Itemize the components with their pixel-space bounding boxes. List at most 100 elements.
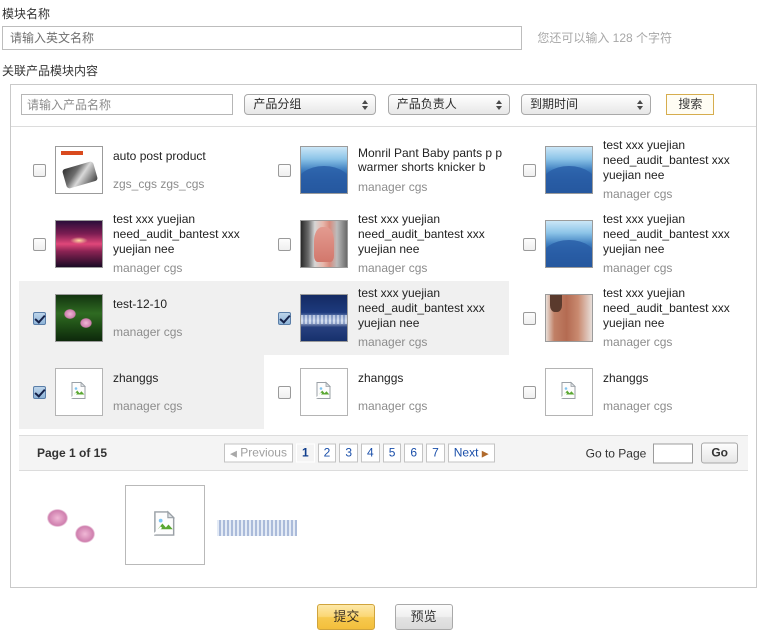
- phone-thumbnail: [56, 147, 102, 193]
- product-title: zhanggs: [113, 370, 159, 385]
- product-checkbox[interactable]: [278, 311, 291, 325]
- product-title: test xxx yuejian need_audit_bantest xxx …: [603, 286, 730, 330]
- selected-thumbnail[interactable]: [217, 485, 297, 565]
- product-checkbox[interactable]: [523, 237, 536, 251]
- product-thumbnail: [55, 368, 103, 416]
- product-thumbnail: [55, 220, 103, 268]
- product-title: test xxx yuejian need_audit_bantest xxx …: [358, 286, 485, 330]
- product-card[interactable]: test xxx yuejian need_audit_bantest xxx …: [264, 207, 509, 281]
- pagination-page[interactable]: 7: [426, 443, 445, 463]
- pagination-previous-label: Previous: [240, 445, 287, 460]
- product-card[interactable]: test xxx yuejian need_audit_bantest xxx …: [264, 281, 509, 355]
- product-owner: manager cgs: [603, 398, 673, 413]
- product-card[interactable]: test xxx yuejian need_audit_bantest xxx …: [509, 207, 754, 281]
- module-name-input[interactable]: [2, 26, 522, 50]
- updown-arrows-icon: [362, 99, 369, 111]
- module-name-row: 您还可以输入 128 个字符: [2, 26, 762, 52]
- product-thumbnail: [545, 294, 593, 342]
- pagination-page[interactable]: 4: [361, 443, 380, 463]
- product-owner-select-value: 产品负责人: [396, 97, 457, 111]
- pagination-page[interactable]: 5: [382, 443, 402, 463]
- product-info: test xxx yuejian need_audit_bantest xxx …: [603, 138, 754, 202]
- module-name-label: 模块名称: [2, 7, 51, 21]
- product-owner: zgs_cgs zgs_cgs: [113, 176, 205, 191]
- product-info: test xxx yuejian need_audit_bantest xxx …: [358, 212, 509, 276]
- product-info: zhanggs manager cgs: [113, 371, 182, 413]
- selected-thumbnails-tray: [11, 471, 756, 565]
- product-card[interactable]: zhanggs manager cgs: [19, 355, 264, 429]
- product-title: test xxx yuejian need_audit_bantest xxx …: [603, 138, 730, 182]
- pagination-page-current[interactable]: 1: [295, 443, 315, 463]
- product-grid-row: test-12-10 manager cgs test xxx yuejian ne…: [19, 281, 756, 355]
- broken-image-icon: [560, 381, 578, 403]
- blue-mountain-thumbnail: [546, 147, 592, 193]
- product-picker-panel: 产品分组 产品负责人 到期时间 搜索 auto post product zgs_…: [10, 84, 757, 588]
- product-name-search-input[interactable]: [21, 94, 233, 115]
- product-thumbnail: [545, 146, 593, 194]
- pagination-next[interactable]: Next ▶: [447, 443, 495, 463]
- product-info: test xxx yuejian need_audit_bantest xxx …: [358, 286, 509, 350]
- preview-button[interactable]: 预览: [394, 604, 453, 630]
- product-checkbox[interactable]: [523, 385, 536, 399]
- product-owner: manager cgs: [603, 187, 673, 202]
- product-info: test-12-10 manager cgs: [113, 297, 182, 339]
- pagination-links: ◀ Previous 1 2 3 4 5 6 7 Next ▶: [224, 443, 498, 463]
- product-thumbnail: [545, 368, 593, 416]
- search-button[interactable]: 搜索: [666, 94, 715, 115]
- selected-thumbnail[interactable]: [33, 485, 113, 565]
- selected-thumbnail[interactable]: [125, 485, 205, 565]
- product-group-select[interactable]: 产品分组: [244, 94, 377, 115]
- product-title: test xxx yuejian need_audit_bantest xxx …: [113, 212, 240, 256]
- caret-right-icon: ▶: [481, 448, 489, 459]
- product-checkbox[interactable]: [33, 385, 46, 399]
- product-owner-select[interactable]: 产品负责人: [387, 94, 510, 115]
- product-checkbox[interactable]: [278, 163, 291, 177]
- product-checkbox[interactable]: [278, 237, 291, 251]
- product-title: Monril Pant Baby pants p p warmer shorts…: [358, 145, 503, 175]
- submit-button[interactable]: 提交: [317, 604, 376, 630]
- blue-mountain-thumbnail: [546, 221, 592, 267]
- pagination-page[interactable]: 6: [404, 443, 424, 463]
- product-checkbox[interactable]: [33, 311, 46, 325]
- product-card[interactable]: zhanggs manager cgs: [509, 355, 754, 429]
- product-card[interactable]: test xxx yuejian need_audit_bantest xxx …: [509, 281, 754, 355]
- product-card[interactable]: zhanggs manager cgs: [264, 355, 509, 429]
- broken-image-icon: [315, 381, 333, 403]
- product-title: test-12-10: [113, 296, 168, 311]
- sunset-thumbnail: [56, 221, 102, 267]
- product-checkbox[interactable]: [278, 385, 291, 399]
- product-grid: auto post product zgs_cgs zgs_cgs Monril P…: [11, 127, 756, 429]
- form-actions: 提交 预览: [0, 604, 770, 630]
- product-checkbox[interactable]: [33, 163, 46, 177]
- product-owner: manager cgs: [113, 261, 183, 276]
- product-info: auto post product zgs_cgs zgs_cgs: [113, 149, 206, 191]
- product-thumbnail: [300, 368, 348, 416]
- expiry-time-select-value: 到期时间: [530, 97, 579, 111]
- product-info: zhanggs manager cgs: [603, 371, 672, 413]
- product-checkbox[interactable]: [523, 163, 536, 177]
- expiry-time-select[interactable]: 到期时间: [521, 94, 652, 115]
- product-grid-row: zhanggs manager cgs zhanggs manager cgs zhan…: [19, 355, 756, 429]
- product-owner: manager cgs: [603, 335, 673, 350]
- product-info: Monril Pant Baby pants p p warmer shorts…: [358, 146, 509, 195]
- product-info: zhanggs manager cgs: [358, 371, 427, 413]
- product-thumbnail: [300, 146, 348, 194]
- product-checkbox[interactable]: [33, 237, 46, 251]
- pagination-page[interactable]: 2: [317, 443, 337, 463]
- product-card[interactable]: test-12-10 manager cgs: [19, 281, 264, 355]
- product-checkbox[interactable]: [523, 311, 536, 325]
- pagination-previous[interactable]: ◀ Previous: [224, 443, 293, 463]
- product-thumbnail: [300, 294, 348, 342]
- product-thumbnail: [55, 146, 103, 194]
- product-card[interactable]: auto post product zgs_cgs zgs_cgs: [19, 133, 264, 207]
- product-info: test xxx yuejian need_audit_bantest xxx …: [113, 212, 264, 276]
- goto-page-button[interactable]: Go: [701, 442, 738, 464]
- pagination-page[interactable]: 3: [339, 443, 359, 463]
- goto-page-input[interactable]: [653, 443, 694, 463]
- blue-mountain-thumbnail: [301, 147, 347, 193]
- product-card[interactable]: test xxx yuejian need_audit_bantest xxx …: [509, 133, 754, 207]
- product-card[interactable]: test xxx yuejian need_audit_bantest xxx …: [19, 207, 264, 281]
- pagination-next-label: Next: [453, 445, 479, 460]
- broken-image-icon: [152, 510, 178, 540]
- product-card[interactable]: Monril Pant Baby pants p p warmer shorts…: [264, 133, 509, 207]
